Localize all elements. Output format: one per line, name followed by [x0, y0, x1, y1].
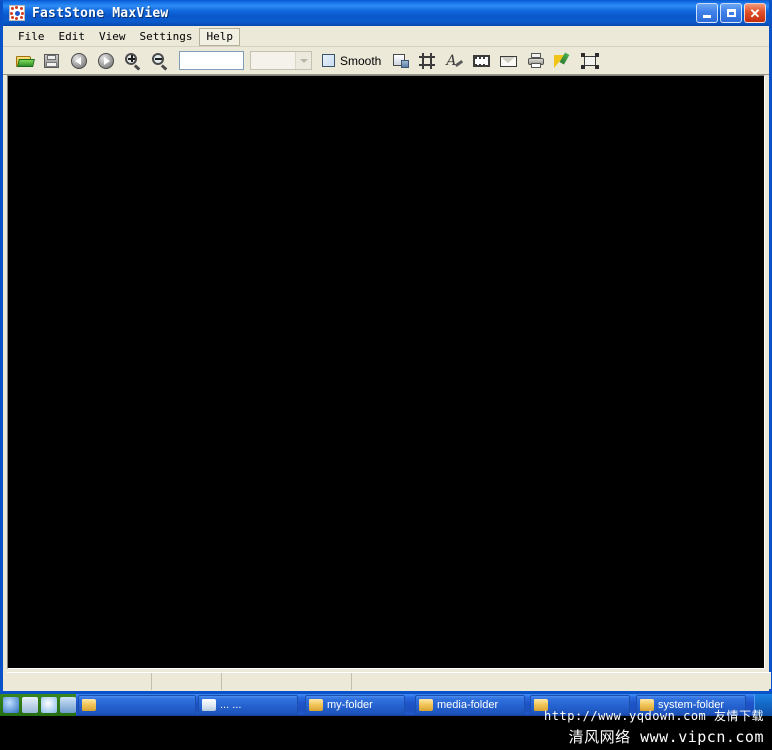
- watermark-line-2: 清风网络 www.vipcn.com: [568, 728, 764, 746]
- email-icon: [500, 53, 518, 69]
- folder-icon: [309, 699, 323, 711]
- minimize-button[interactable]: [696, 3, 718, 23]
- menubar[interactable]: File Edit View Settings Help: [3, 27, 769, 47]
- next-image-button[interactable]: [94, 50, 118, 72]
- zoom-input[interactable]: [179, 51, 244, 70]
- draw-icon: A: [446, 53, 464, 69]
- draw-button[interactable]: A: [443, 50, 467, 72]
- print-button[interactable]: [524, 50, 548, 72]
- close-icon: ✕: [749, 5, 761, 21]
- fullscreen-icon: [581, 52, 600, 69]
- toolbar[interactable]: Smooth A: [3, 47, 769, 75]
- taskbar-button-label: media-folder: [437, 699, 499, 711]
- resize-icon: [392, 53, 410, 69]
- window-titlebar[interactable]: FastStone MaxView ✕: [3, 0, 769, 26]
- save-icon: [43, 53, 61, 69]
- email-button[interactable]: [497, 50, 521, 72]
- print-icon: [527, 52, 545, 69]
- display-mode-combo[interactable]: [250, 51, 312, 70]
- next-image-icon: [97, 52, 115, 69]
- maximize-button[interactable]: [720, 3, 742, 23]
- taskbar-button[interactable]: ... ...: [198, 695, 298, 715]
- zoom-in-icon: [124, 52, 142, 70]
- start-button-and-quicklaunch[interactable]: [0, 693, 76, 716]
- display-mode-value: [251, 52, 295, 69]
- close-button[interactable]: ✕: [744, 3, 766, 23]
- fullscreen-button[interactable]: [578, 50, 602, 72]
- status-pane-dimensions: [222, 672, 352, 690]
- smooth-checkbox-box[interactable]: [322, 54, 335, 67]
- screen-root: ... ... my-folder media-folder system-fo…: [0, 0, 772, 750]
- zoom-out-icon: [151, 52, 169, 70]
- status-pane-info: [352, 673, 771, 690]
- color-adjust-icon: [554, 51, 572, 69]
- resize-button[interactable]: [389, 50, 413, 72]
- menu-settings[interactable]: Settings: [133, 28, 200, 46]
- taskbar-button[interactable]: my-folder: [305, 695, 405, 715]
- smooth-checkbox[interactable]: Smooth: [322, 54, 381, 68]
- status-pane-zoom: [152, 672, 222, 690]
- faststone-icon: [9, 5, 25, 21]
- open-folder-icon: [16, 53, 35, 69]
- slideshow-icon: [473, 53, 491, 69]
- document-icon: [202, 699, 216, 711]
- crop-button[interactable]: [416, 50, 440, 72]
- color-adjust-button[interactable]: [551, 50, 575, 72]
- quicklaunch-icon-4[interactable]: [60, 697, 76, 713]
- quicklaunch-icon-1[interactable]: [3, 697, 19, 713]
- taskbar-button[interactable]: [78, 695, 196, 715]
- slideshow-button[interactable]: [470, 50, 494, 72]
- window-caption-buttons: ✕: [696, 3, 766, 23]
- watermark-line-1: http://www.yqdown.com 友情下载: [544, 709, 764, 723]
- smooth-label: Smooth: [340, 53, 382, 68]
- maximize-icon: [726, 9, 736, 17]
- quicklaunch-icon-2[interactable]: [22, 697, 38, 713]
- zoom-out-button[interactable]: [148, 50, 172, 72]
- taskbar-button[interactable]: media-folder: [415, 695, 525, 715]
- folder-icon: [82, 699, 96, 711]
- faststone-maxview-window: FastStone MaxView ✕ File Edit View Setti…: [0, 0, 772, 694]
- zoom-in-button[interactable]: [121, 50, 145, 72]
- window-title: FastStone MaxView: [32, 5, 169, 21]
- taskbar-button-label: ... ...: [220, 699, 242, 711]
- save-button[interactable]: [40, 50, 64, 72]
- menu-help[interactable]: Help: [199, 27, 240, 46]
- folder-icon: [419, 699, 433, 711]
- window-client-area: File Edit View Settings Help Smooth A: [3, 26, 771, 691]
- menu-view[interactable]: View: [92, 28, 133, 46]
- taskbar-button-label: my-folder: [327, 699, 373, 711]
- open-button[interactable]: [13, 50, 37, 72]
- crop-icon: [419, 52, 437, 69]
- menu-file[interactable]: File: [11, 28, 52, 46]
- menu-edit[interactable]: Edit: [52, 28, 93, 46]
- quicklaunch-icon-3[interactable]: [41, 697, 57, 713]
- chevron-down-icon[interactable]: [295, 52, 311, 69]
- previous-image-button[interactable]: [67, 50, 91, 72]
- status-pane-filename: [7, 672, 152, 690]
- image-canvas[interactable]: [7, 75, 765, 669]
- statusbar: [7, 672, 771, 690]
- previous-image-icon: [70, 52, 88, 69]
- minimize-icon: [703, 15, 711, 18]
